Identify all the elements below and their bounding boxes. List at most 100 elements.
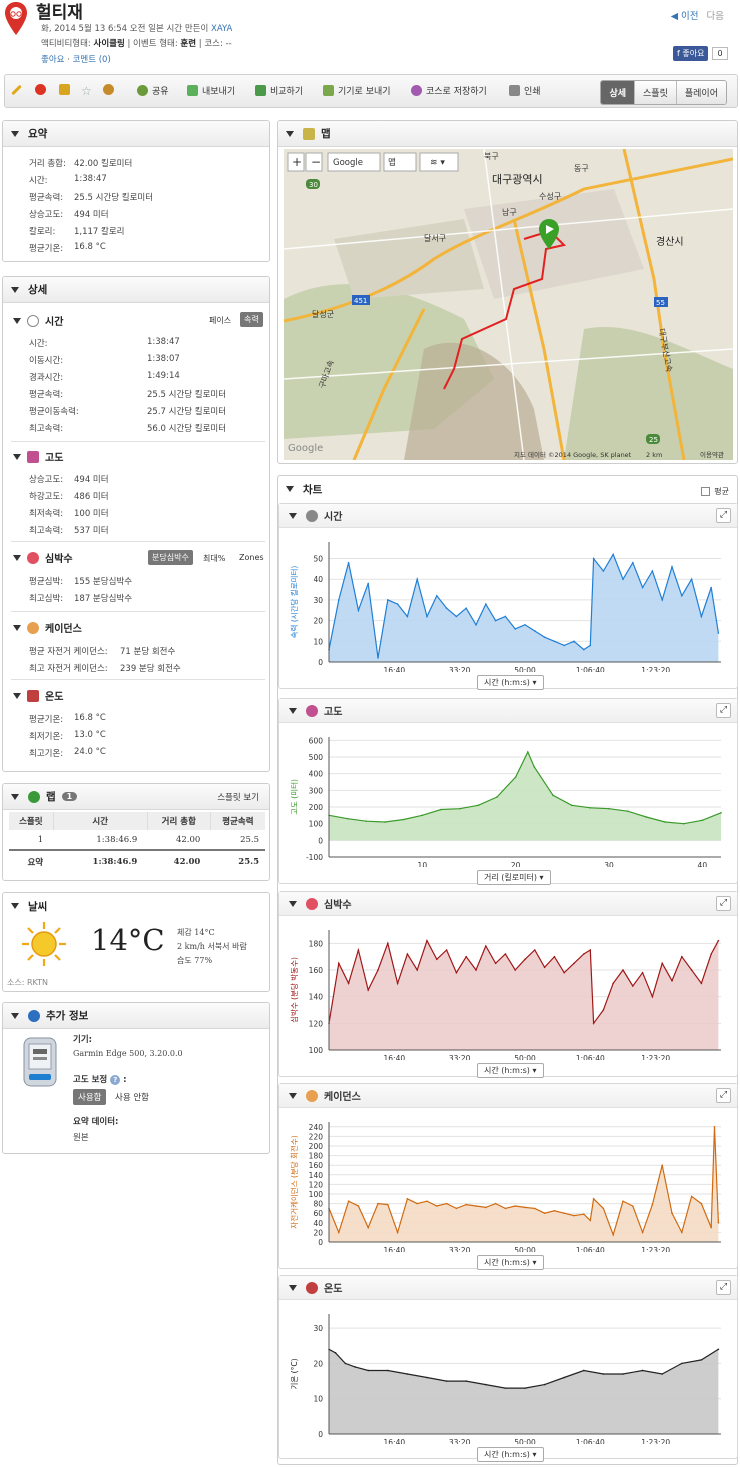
expand-icon[interactable]: ⤢	[716, 703, 731, 718]
data-point	[445, 1202, 448, 1205]
bpm-toggle[interactable]: 분당심박수	[148, 550, 193, 565]
like-link[interactable]: 좋아요	[41, 55, 64, 65]
y-tick-label: 120	[309, 1019, 324, 1028]
data-point	[645, 816, 648, 818]
zones-toggle[interactable]: Zones	[235, 551, 268, 564]
weather-header[interactable]: 날씨	[3, 893, 269, 919]
chart-header[interactable]: 시간	[279, 504, 737, 528]
pace-toggle[interactable]: 페이스	[205, 313, 235, 328]
elevation-section-header[interactable]: 고도	[3, 449, 271, 464]
send-device-button[interactable]: 기기로 보내기	[323, 84, 391, 97]
map-terms-link[interactable]: 이용약관	[700, 450, 724, 459]
column-header[interactable]: 시간	[53, 812, 148, 830]
x-axis-select[interactable]: 시간 (h:m:s) ▾	[477, 1063, 544, 1078]
chart-header[interactable]: 고도	[279, 699, 737, 723]
column-header[interactable]: 평균속력	[210, 812, 265, 830]
chart-header[interactable]: 온도	[279, 1276, 737, 1300]
y-axis-label: 기온 (°C)	[290, 1358, 299, 1389]
data-point	[436, 594, 438, 597]
data-point	[533, 766, 536, 768]
temperature-section-header[interactable]: 온도	[3, 688, 271, 703]
route-map[interactable]: 대구광역시 경산시 북구 동구 수성구 남구 달서구 달성군 구마고속 대구부산…	[284, 149, 733, 460]
event-type-value[interactable]: 훈련	[180, 39, 196, 49]
y-tick-label: 300	[309, 786, 324, 795]
data-point	[553, 640, 556, 643]
tab-detail[interactable]: 상세	[601, 81, 635, 104]
map-scale: 2 km	[646, 451, 662, 459]
chart-plot[interactable]: -100 0 100 200 300 400 500 600 10 20 30 40 고도 (미터)	[283, 727, 723, 867]
prev-link[interactable]: ◀ 이전	[671, 11, 699, 22]
tab-splits[interactable]: 스플릿	[634, 81, 676, 104]
data-point	[690, 1195, 693, 1198]
data-point	[700, 982, 703, 985]
x-axis-select[interactable]: 시간 (h:m:s) ▾	[477, 1255, 544, 1270]
save-course-button[interactable]: 코스로 저장하기	[411, 84, 487, 97]
print-icon	[509, 85, 520, 96]
table-row[interactable]: 1 1:38:46.9 42.00 25.5	[9, 830, 265, 850]
data-point	[682, 822, 685, 825]
column-header[interactable]: 거리 총합	[147, 812, 211, 830]
facebook-like-button[interactable]: f 좋아요	[673, 46, 709, 61]
elevation-correction-on[interactable]: 사용함	[73, 1089, 107, 1105]
max-percent-toggle[interactable]: 최대%	[199, 551, 229, 566]
map-provider-label: Google	[333, 158, 363, 168]
cadence-section-header[interactable]: 케이던스	[3, 620, 271, 635]
speed-toggle[interactable]: 속력	[240, 312, 263, 327]
lock-icon[interactable]	[59, 84, 74, 95]
expand-icon[interactable]: ⤢	[716, 1280, 731, 1295]
chart-header[interactable]: 케이던스	[279, 1084, 737, 1108]
edit-icon[interactable]	[11, 84, 22, 96]
collapse-icon	[13, 453, 21, 460]
data-point	[527, 751, 529, 753]
map-road-shield: 25	[649, 436, 658, 444]
tab-player[interactable]: 플레이어	[675, 81, 726, 104]
export-button[interactable]: 내보내기	[187, 84, 235, 97]
x-axis-select[interactable]: 거리 (킬로미터) ▾	[477, 870, 551, 885]
badge-icon[interactable]	[103, 84, 118, 95]
average-checkbox[interactable]	[701, 487, 711, 496]
data-point	[717, 632, 720, 634]
help-icon[interactable]: ?	[110, 1075, 121, 1085]
charts-header[interactable]: 차트	[278, 476, 737, 502]
detail-panel: 상세 시간 페이스 속력 시간: 1:38:47 이동시간: 1:38:07 경과시간:…	[2, 276, 270, 772]
expand-icon[interactable]: ⤢	[716, 508, 731, 523]
heart-rate-section-header[interactable]: 심박수	[3, 550, 271, 565]
data-point	[690, 969, 693, 971]
x-axis-select[interactable]: 시간 (h:m:s) ▾	[477, 1447, 544, 1462]
chart-plot[interactable]: 0 10 20 30 16:40 33:20 50:00 1:06:40 1:23:20 기온 (…	[283, 1304, 723, 1444]
more-info-header[interactable]: 추가 정보	[3, 1003, 269, 1029]
data-point	[367, 582, 369, 585]
chart-header[interactable]: 심박수	[279, 892, 737, 916]
detail-header[interactable]: 상세	[3, 277, 269, 303]
data-point	[334, 1352, 337, 1354]
expand-icon[interactable]: ⤢	[716, 1088, 731, 1103]
author-link[interactable]: XAYA	[211, 24, 232, 34]
column-header[interactable]: 스플릿	[9, 812, 54, 830]
view-splits-link[interactable]: 스플릿 보기	[217, 791, 259, 803]
activity-type-value[interactable]: 사이클링	[94, 39, 125, 49]
weather-details: 체감 14°C 2 km/h 서북서 바람 습도 77%	[177, 926, 247, 968]
stat-value: 537 미터	[74, 526, 109, 536]
compare-button[interactable]: 비교하기	[255, 84, 303, 97]
map-header[interactable]: 맵	[278, 121, 737, 147]
comment-link[interactable]: 코멘트 (0)	[73, 55, 111, 65]
compare-icon	[255, 85, 266, 96]
star-icon[interactable]: ☆	[81, 84, 92, 98]
data-point	[681, 955, 683, 958]
charts-title: 차트	[303, 483, 323, 496]
elevation-correction-off[interactable]: 사용 안함	[115, 1091, 149, 1103]
next-link[interactable]: 다음	[707, 11, 724, 22]
x-axis-select[interactable]: 시간 (h:m:s) ▾	[477, 675, 544, 690]
print-button[interactable]: 인쇄	[509, 84, 541, 97]
delete-icon[interactable]	[35, 84, 50, 95]
chart-plot[interactable]: 020406080100120140160180200220240 16:40 33…	[283, 1112, 723, 1252]
data-point	[622, 969, 624, 971]
average-toggle[interactable]: 평균	[701, 486, 729, 497]
share-button[interactable]: 공유	[137, 84, 169, 97]
expand-icon[interactable]: ⤢	[716, 896, 731, 911]
chart-plot[interactable]: 0 10 20 30 40 50 16:40 33:20 50:00 1:06:40 1:23:20…	[283, 532, 723, 672]
summary-header[interactable]: 요약	[3, 121, 269, 147]
data-point	[608, 807, 610, 810]
chart-plot[interactable]: 100 120 140 160 180 16:40 33:20 50:00 1:06:40 1:2…	[283, 920, 723, 1060]
data-point	[396, 1231, 399, 1234]
